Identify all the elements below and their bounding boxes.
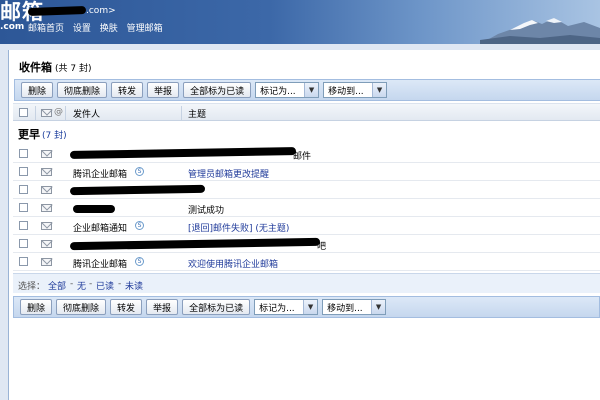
column-divider bbox=[35, 106, 36, 120]
nav-settings[interactable]: 设置 bbox=[73, 24, 91, 34]
redacted-account bbox=[27, 5, 87, 16]
envelope-icon bbox=[41, 150, 52, 158]
envelope-icon bbox=[41, 204, 52, 212]
mark-as-select-label: 标记为... bbox=[260, 86, 296, 97]
sender-column-header[interactable]: 发件人 bbox=[73, 107, 100, 120]
message-subject[interactable]: 欢迎使用腾讯企业邮箱 bbox=[188, 257, 278, 270]
logo-suffix: .com bbox=[0, 22, 25, 32]
envelope-icon bbox=[41, 186, 52, 194]
message-subject[interactable]: 吧 bbox=[317, 239, 326, 252]
message-row[interactable]: 吧 bbox=[13, 235, 600, 253]
read-status-header-icon bbox=[41, 109, 52, 117]
message-row[interactable]: 企业邮箱通知 S [退回]邮件失败] (无主题) bbox=[13, 217, 600, 235]
redaction-mark bbox=[73, 205, 115, 213]
mountain-banner-image bbox=[480, 18, 600, 44]
row-checkbox[interactable] bbox=[19, 257, 28, 266]
group-count[interactable]: (7 封) bbox=[42, 131, 67, 141]
official-sender-icon: S bbox=[135, 221, 144, 230]
select-none-link[interactable]: 无 bbox=[77, 279, 86, 292]
separator: - bbox=[118, 279, 122, 289]
report-button[interactable]: 举报 bbox=[146, 299, 179, 315]
top-header: 邮箱 .com .com> 邮箱首页 设置 换肤 管理邮箱 bbox=[0, 0, 600, 44]
list-column-header: @ 发件人 主题 bbox=[13, 103, 600, 121]
select-label: 选择： bbox=[18, 282, 46, 292]
message-row[interactable]: 腾讯企业邮箱 S 欢迎使用腾讯企业邮箱 bbox=[13, 253, 600, 271]
report-button[interactable]: 举报 bbox=[147, 82, 180, 98]
move-to-select[interactable]: 移动到... ▼ bbox=[322, 299, 387, 315]
account-address: .com> bbox=[27, 5, 116, 16]
nav-mail-home[interactable]: 邮箱首页 bbox=[28, 24, 64, 34]
row-checkbox[interactable] bbox=[19, 239, 28, 248]
separator: - bbox=[89, 279, 93, 289]
mark-all-read-button[interactable]: 全部标为已读 bbox=[183, 82, 252, 98]
forward-button[interactable]: 转发 bbox=[111, 82, 144, 98]
toolbar-bottom: 删除 彻底删除 转发 举报 全部标为已读 标记为... ▼ 移动到... ▼ bbox=[13, 296, 600, 318]
select-all-link[interactable]: 全部 bbox=[48, 279, 66, 292]
chevron-down-icon: ▼ bbox=[303, 300, 318, 314]
envelope-icon bbox=[41, 258, 52, 266]
message-row[interactable]: 腾讯企业邮箱 S 管理员邮箱更改提醒 bbox=[13, 163, 600, 181]
envelope-icon bbox=[41, 240, 52, 248]
select-all-checkbox[interactable] bbox=[19, 108, 28, 117]
mark-as-select-label: 标记为... bbox=[259, 303, 295, 314]
move-to-select-label: 移动到... bbox=[328, 86, 364, 97]
redaction-mark bbox=[69, 184, 206, 196]
column-divider bbox=[181, 106, 182, 120]
message-sender: 企业邮箱通知 bbox=[73, 224, 128, 234]
group-earlier-title: 更早 (7 封) bbox=[18, 126, 67, 142]
row-checkbox[interactable] bbox=[19, 167, 28, 176]
nav-admin-mail[interactable]: 管理邮箱 bbox=[127, 24, 163, 34]
official-sender-icon: S bbox=[135, 167, 144, 176]
mark-as-select[interactable]: 标记为... ▼ bbox=[254, 299, 319, 315]
message-subject[interactable]: 测试成功 bbox=[188, 203, 224, 216]
permanent-delete-button[interactable]: 彻底删除 bbox=[56, 299, 107, 315]
folder-count: (共 7 封) bbox=[55, 64, 92, 74]
group-name: 更早 bbox=[18, 128, 40, 141]
chevron-down-icon: ▼ bbox=[372, 83, 387, 97]
row-checkbox[interactable] bbox=[19, 185, 28, 194]
account-suffix: .com> bbox=[86, 6, 116, 16]
subject-column-header[interactable]: 主题 bbox=[188, 107, 206, 120]
message-subject[interactable]: 管理员邮箱更改提醒 bbox=[188, 167, 269, 180]
message-sender: 腾讯企业邮箱 bbox=[73, 260, 128, 270]
forward-button[interactable]: 转发 bbox=[110, 299, 143, 315]
separator: - bbox=[70, 279, 74, 289]
nav-skin[interactable]: 换肤 bbox=[100, 24, 118, 34]
chevron-down-icon: ▼ bbox=[371, 300, 386, 314]
delete-button[interactable]: 删除 bbox=[21, 82, 54, 98]
row-checkbox[interactable] bbox=[19, 149, 28, 158]
chevron-down-icon: ▼ bbox=[304, 83, 319, 97]
envelope-icon bbox=[41, 168, 52, 176]
select-read-link[interactable]: 已读 bbox=[96, 279, 114, 292]
select-unread-link[interactable]: 未读 bbox=[125, 279, 143, 292]
message-row[interactable]: 邮件 bbox=[13, 145, 600, 163]
attachment-header-icon: @ bbox=[54, 107, 63, 117]
row-checkbox[interactable] bbox=[19, 221, 28, 230]
move-to-select[interactable]: 移动到... ▼ bbox=[323, 82, 388, 98]
permanent-delete-button[interactable]: 彻底删除 bbox=[57, 82, 108, 98]
selection-bar: 选择： 全部 - 无 - 已读 - 未读 bbox=[13, 273, 600, 293]
mark-all-read-button[interactable]: 全部标为已读 bbox=[182, 299, 251, 315]
envelope-icon bbox=[41, 222, 52, 230]
folder-name: 收件箱 bbox=[19, 61, 52, 74]
message-row[interactable] bbox=[13, 181, 600, 199]
message-sender: 腾讯企业邮箱 bbox=[73, 170, 128, 180]
message-row[interactable]: 测试成功 bbox=[13, 199, 600, 217]
row-checkbox[interactable] bbox=[19, 203, 28, 212]
message-subject[interactable]: 邮件 bbox=[293, 149, 311, 162]
official-sender-icon: S bbox=[135, 257, 144, 266]
mark-as-select[interactable]: 标记为... ▼ bbox=[255, 82, 320, 98]
move-to-select-label: 移动到... bbox=[327, 303, 363, 314]
toolbar-top: 删除 彻底删除 转发 举报 全部标为已读 标记为... ▼ 移动到... ▼ bbox=[14, 79, 600, 101]
redaction-mark bbox=[69, 237, 321, 251]
folder-title: 收件箱 (共 7 封) bbox=[19, 59, 91, 75]
top-nav: 邮箱首页 设置 换肤 管理邮箱 bbox=[28, 21, 169, 34]
delete-button[interactable]: 删除 bbox=[20, 299, 53, 315]
column-divider bbox=[65, 106, 66, 120]
message-subject[interactable]: [退回]邮件失败] (无主题) bbox=[188, 221, 289, 234]
redaction-mark bbox=[69, 147, 297, 159]
